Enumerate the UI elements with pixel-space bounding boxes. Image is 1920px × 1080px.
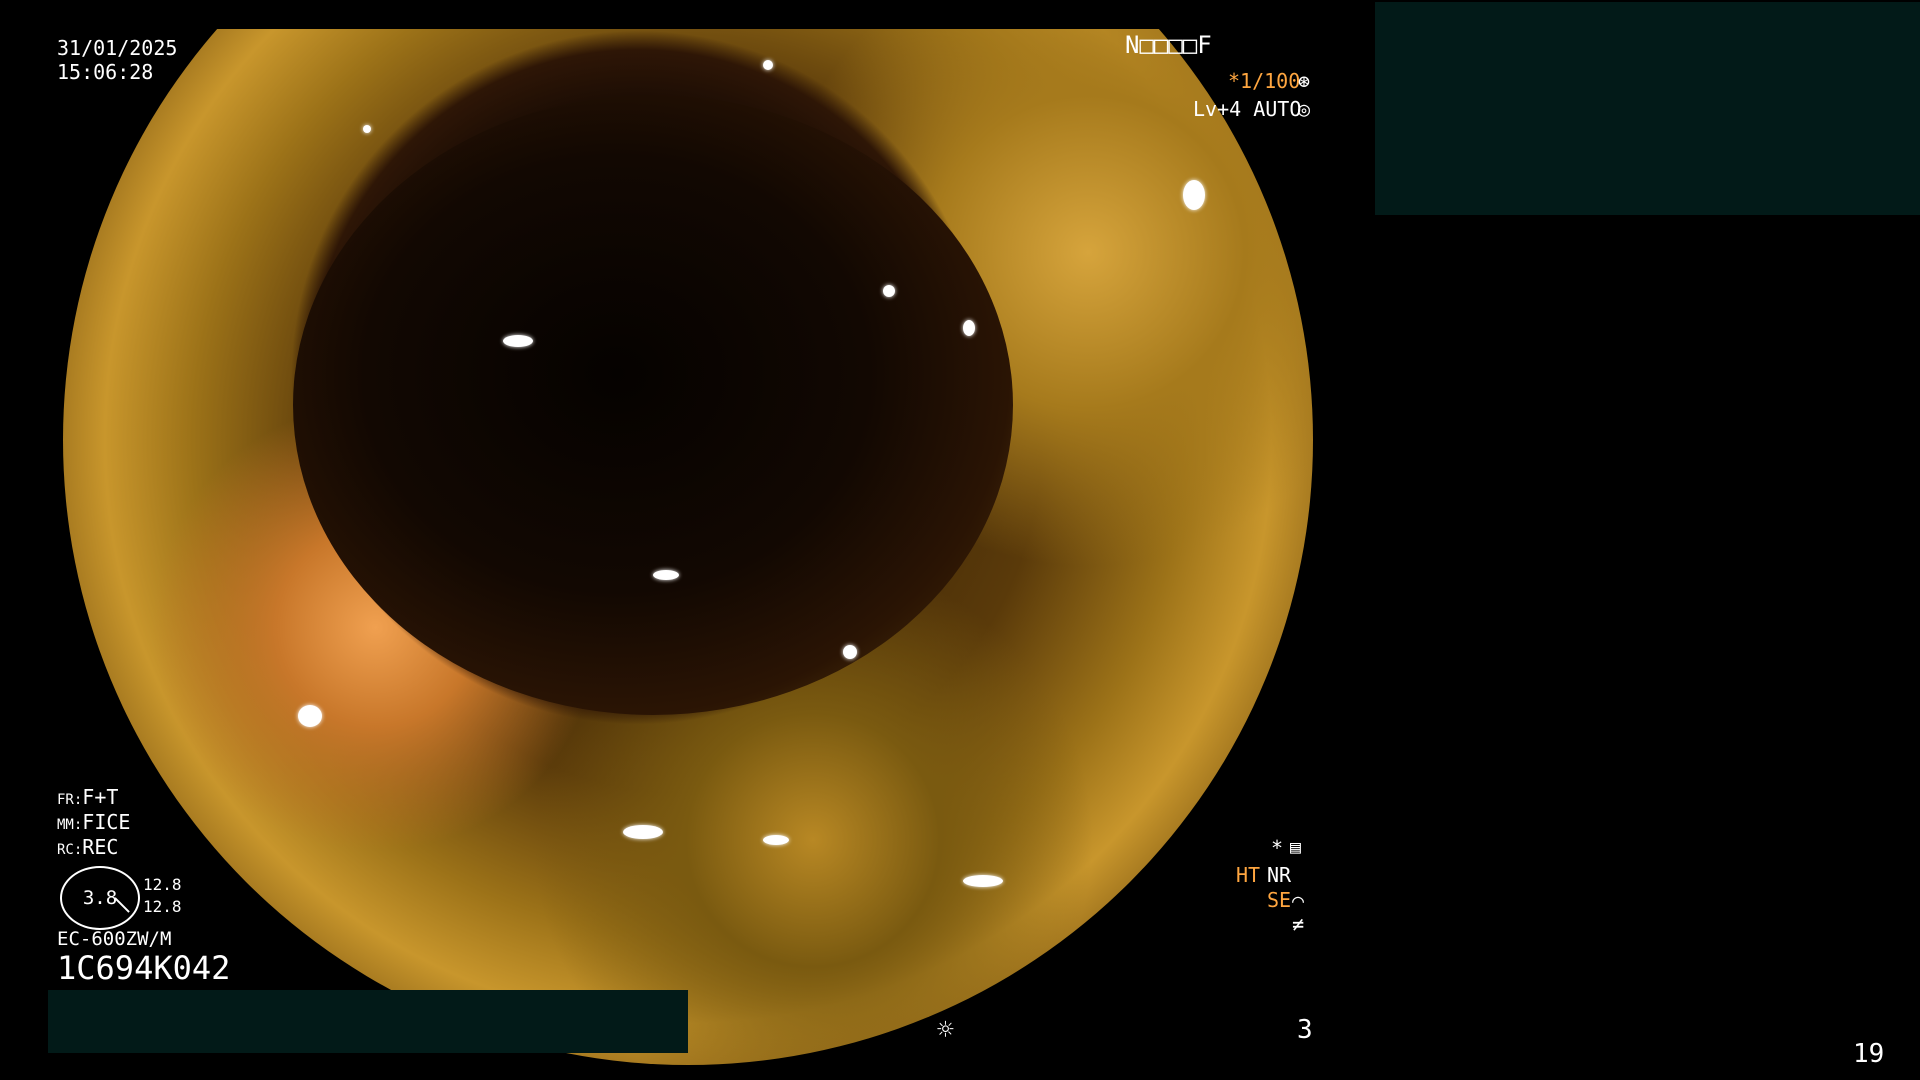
target-icon: ◎ xyxy=(1298,97,1311,121)
specular-highlight xyxy=(963,320,975,336)
id-code: N□□□□F xyxy=(1125,31,1212,59)
redaction-mask-top-right xyxy=(1375,2,1920,215)
lumen-dark-area xyxy=(293,95,1013,715)
gauge-lower: 12.8 xyxy=(143,897,182,916)
specular-highlight xyxy=(363,125,371,133)
mm-row: MM:FICE xyxy=(57,810,131,834)
ht-label: HT xyxy=(1236,863,1261,887)
settings-icon: ▤ xyxy=(1290,837,1301,858)
specular-highlight xyxy=(963,875,1003,887)
date-label: 31/01/2025 xyxy=(57,36,178,60)
specular-highlight xyxy=(763,60,773,70)
star-mark: * xyxy=(1271,836,1284,860)
gauge-value: 3.8 xyxy=(82,887,118,909)
specular-highlight xyxy=(503,335,533,347)
specular-highlight xyxy=(843,645,857,659)
scope-model: EC-600ZW/M xyxy=(57,928,172,950)
shutter-speed: *1/100 xyxy=(1228,69,1301,93)
fr-row: FR:F+T xyxy=(57,785,119,809)
specular-highlight xyxy=(1183,180,1205,210)
specular-highlight xyxy=(763,835,789,845)
redaction-mask-bottom-left xyxy=(48,990,688,1053)
gauge-upper: 12.8 xyxy=(143,875,182,894)
specular-highlight xyxy=(298,705,322,727)
exposure-level: Lv+4 AUTO xyxy=(1193,97,1302,121)
se-label: SE xyxy=(1267,888,1292,912)
nr-label: NR xyxy=(1267,863,1292,887)
curve-icon: ⌒ xyxy=(1292,888,1305,912)
time-label: 15:06:28 xyxy=(57,60,154,84)
rc-row: RC:REC xyxy=(57,835,119,859)
zoom-gauge: 3.8 xyxy=(60,866,140,930)
specular-highlight xyxy=(653,570,679,580)
not-equal-icon: ≠ xyxy=(1292,912,1305,936)
page-number: 19 xyxy=(1853,1039,1885,1069)
endoscopy-image xyxy=(63,29,1313,1065)
sun-icon: ☼ xyxy=(937,1013,954,1046)
specular-highlight xyxy=(883,285,895,297)
aperture-icon: ⊛ xyxy=(1298,69,1311,93)
serial-number: 1C694K042 xyxy=(57,949,231,987)
specular-highlight xyxy=(623,825,663,839)
frame-counter: 3 xyxy=(1297,1015,1313,1045)
